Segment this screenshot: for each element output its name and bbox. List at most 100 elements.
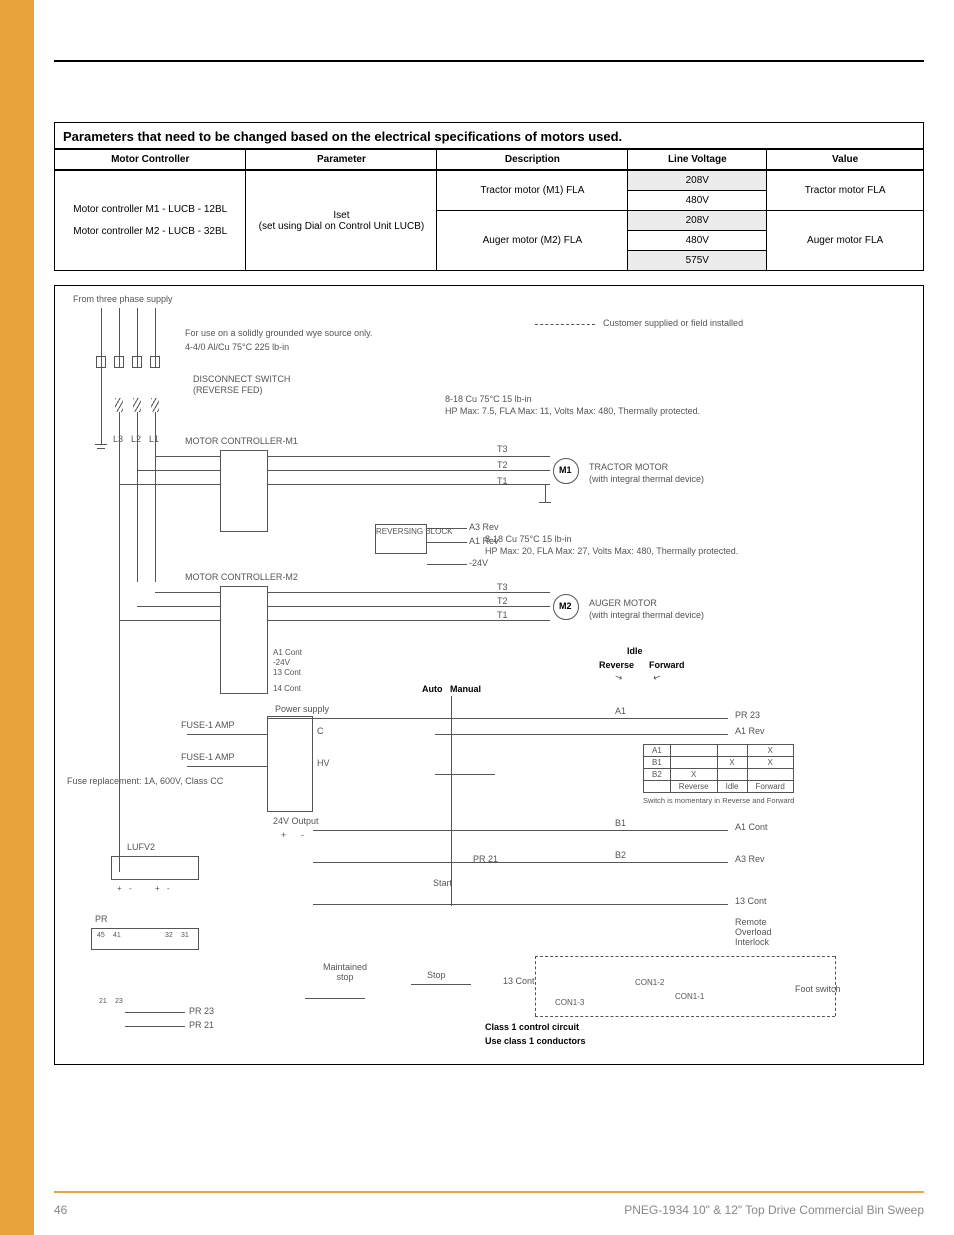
cell: B1 (644, 757, 671, 769)
cell-value-m2: Auger motor FLA (767, 211, 923, 271)
wire (435, 774, 495, 775)
label-t2: T2 (497, 596, 508, 606)
label-a1rev-right: A1 Rev (735, 726, 765, 736)
label-23: 23 (115, 998, 123, 1005)
label-l1: L1 (149, 434, 159, 444)
wire (155, 456, 220, 457)
wire (155, 412, 156, 582)
fuse-symbol (133, 398, 141, 412)
wire (155, 592, 220, 593)
cell: Forward (747, 781, 793, 793)
wire (427, 542, 467, 543)
top-rule (54, 60, 924, 62)
wire (268, 606, 550, 607)
disconnect-box (132, 356, 142, 368)
label-a1: A1 (615, 706, 626, 716)
wire (539, 502, 551, 503)
wire (125, 1026, 185, 1027)
label-a1cont: A1 Cont (273, 648, 302, 657)
cell-volt: 480V (628, 231, 767, 251)
label-b1: B1 (615, 818, 626, 828)
cell: Reverse (670, 781, 717, 793)
cell: X (717, 757, 747, 769)
parameters-table-container: Parameters that need to be changed based… (54, 122, 924, 271)
wire (313, 862, 728, 863)
col-header-mc: Motor Controller (55, 149, 246, 170)
col-header-param: Parameter (246, 149, 437, 170)
cell: X (670, 769, 717, 781)
label-disconnect: DISCONNECT SWITCH (193, 374, 290, 384)
motor-controller-m2 (220, 586, 268, 694)
cell-param: Iset (set using Dial on Control Unit LUC… (246, 170, 437, 270)
label-14cont: 14 Cont (273, 684, 301, 693)
wiring-schematic: From three phase supply For use on a sol… (54, 285, 924, 1065)
label-switch-note: Switch is momentary in Reverse and Forwa… (643, 796, 794, 805)
cell-desc-m1: Tractor motor (M1) FLA (437, 170, 628, 211)
label-t1: T1 (497, 476, 508, 486)
label-m1-spec: HP Max: 7.5, FLA Max: 11, Volts Max: 480… (445, 406, 700, 416)
label-fuse: FUSE-1 AMP (181, 752, 235, 762)
label-integral-m2: (with integral thermal device) (589, 610, 704, 620)
label-mc2: MOTOR CONTROLLER-M2 (185, 572, 298, 582)
label-m2: M2 (559, 601, 572, 611)
label-tiny-32: 32 (165, 932, 173, 939)
wire (187, 766, 267, 767)
label-13cont: 13 Cont (503, 976, 535, 986)
label-auto: Auto (422, 684, 443, 694)
label-m2-spec: HP Max: 20, FLA Max: 27, Volts Max: 480,… (485, 546, 738, 556)
label-start: Start (433, 878, 452, 888)
wire (137, 606, 220, 607)
label-maintained-stop: Maintainedstop (315, 962, 375, 982)
col-header-value: Value (767, 149, 923, 170)
label-plus-icon: + (155, 884, 160, 893)
legend-dashed (535, 324, 595, 325)
label-remote-ovl: RemoteOverloadInterlock (735, 918, 815, 948)
cell: A1 (644, 745, 671, 757)
wire (435, 734, 728, 735)
label-wire-spec: 4-4/0 Al/Cu 75°C 225 lb-in (185, 342, 289, 352)
label-pr23: PR 23 (735, 710, 760, 720)
side-accent-bar (0, 0, 34, 1235)
label-tractor-motor: TRACTOR MOTOR (589, 462, 668, 472)
power-supply-box (267, 716, 313, 812)
label-con1-1: CON1-1 (675, 992, 704, 1001)
cell: X (747, 745, 793, 757)
label-customer-supplied: Customer supplied or field installed (603, 318, 743, 328)
label-lufv2: LUFV2 (127, 842, 155, 852)
label-m1-wire: 8-18 Cu 75°C 15 lb-in (445, 394, 532, 404)
label-from-supply: From three phase supply (73, 294, 173, 304)
wire (268, 484, 550, 485)
label-plus-icon: + (281, 830, 286, 840)
wire (427, 564, 467, 565)
cell-desc-m2: Auger motor (M2) FLA (437, 211, 628, 271)
arrow-icon: ↙ (651, 671, 662, 684)
cell-volt: 208V (628, 211, 767, 231)
page-number: 46 (54, 1203, 67, 1217)
wire (451, 696, 452, 906)
label-a3rev-right: A3 Rev (735, 854, 765, 864)
label-c: C (317, 726, 324, 736)
label-con1-2: CON1-2 (635, 978, 664, 987)
cell-volt: 575V (628, 251, 767, 271)
wire (101, 368, 102, 444)
cell: X (747, 757, 793, 769)
dashed-box-top (535, 956, 835, 957)
label-t3: T3 (497, 444, 508, 454)
wire (119, 620, 220, 621)
motor-controller-m1 (220, 450, 268, 532)
disconnect-box (114, 356, 124, 368)
arrow-icon: ↘ (613, 671, 624, 684)
wire (268, 592, 550, 593)
label-minus24v: -24V (469, 558, 488, 568)
wire (119, 412, 120, 872)
col-header-desc: Description (437, 149, 628, 170)
wire (268, 718, 728, 719)
label-l2: L2 (131, 434, 141, 444)
label-class1a: Class 1 control circuit (485, 1022, 579, 1032)
label-fuse-repl: Fuse replacement: 1A, 600V, Class CC (67, 776, 223, 786)
label-power-supply: Power supply (275, 704, 329, 714)
wire (268, 470, 550, 471)
label-pr21-bottom: PR 21 (189, 1020, 214, 1030)
label-m2-wire: 8-18 Cu 75°C 15 lb-in (485, 534, 572, 544)
lufv2-box (111, 856, 199, 880)
